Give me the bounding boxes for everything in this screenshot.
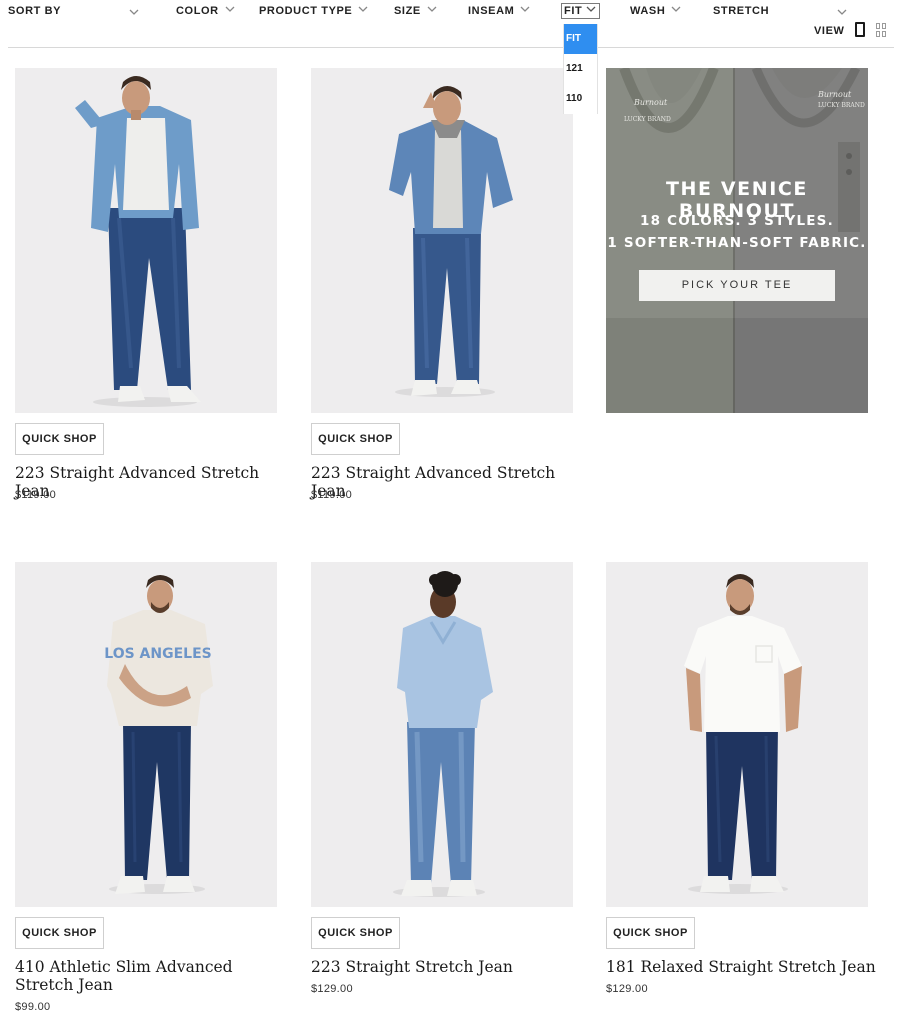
product-type-label: PRODUCT TYPE: [259, 5, 353, 17]
product-image[interactable]: [606, 562, 868, 907]
chevron-down-icon: [225, 4, 235, 14]
color-label: COLOR: [176, 5, 219, 17]
stretch-label: STRETCH: [713, 5, 770, 17]
tee-tag-burnout-2: Burnout: [818, 90, 852, 99]
promo-subtitle-line-2: 1 SOFTER-THAN-SOFT FABRIC.: [607, 235, 867, 251]
product-price: $99.00: [15, 1001, 51, 1013]
product-image[interactable]: LOS ANGELES: [15, 562, 277, 907]
quick-shop-button[interactable]: QUICK SHOP: [311, 917, 400, 949]
stretch-chevron-down-icon[interactable]: [837, 7, 847, 17]
size-label: SIZE: [394, 5, 421, 17]
wash-filter[interactable]: WASH: [630, 5, 681, 17]
model-in-chambray-shirt: [393, 571, 493, 897]
sort-by-label: SORT BY: [8, 5, 62, 17]
product-price: $119.00: [311, 489, 353, 501]
pick-your-tee-button[interactable]: PICK YOUR TEE: [639, 270, 835, 301]
model-in-white-tee: [684, 574, 802, 894]
product-price: $119.00: [15, 489, 57, 501]
product-image[interactable]: [15, 68, 277, 413]
tee-tag-brand: LUCKY BRAND: [624, 116, 671, 123]
grid-icon[interactable]: [876, 23, 887, 37]
chevron-down-icon: [520, 4, 530, 14]
fit-option-fit[interactable]: FIT: [564, 24, 597, 54]
model-in-denim-jacket: [389, 86, 513, 397]
model-in-graphic-sweatshirt: LOS ANGELES: [104, 575, 213, 894]
inseam-label: INSEAM: [468, 5, 515, 17]
quick-shop-button[interactable]: QUICK SHOP: [606, 917, 695, 949]
quick-shop-button[interactable]: QUICK SHOP: [15, 423, 104, 455]
product-image[interactable]: [311, 68, 573, 413]
fit-option-121[interactable]: 121: [564, 54, 597, 84]
view-label: VIEW: [814, 25, 845, 37]
product-name[interactable]: 410 Athletic Slim Advanced Stretch Jean: [15, 958, 285, 994]
product-image[interactable]: [311, 562, 573, 907]
promo-tile-venice-burnout[interactable]: Burnout Burnout LUCKY BRAND LUCKY BRAND …: [606, 68, 868, 413]
tee-tag-burnout: Burnout: [634, 98, 668, 107]
tee-tag-brand-2: LUCKY BRAND: [818, 102, 865, 109]
single-column-icon[interactable]: [855, 22, 865, 37]
fit-option-110[interactable]: 110: [564, 84, 597, 114]
size-filter[interactable]: SIZE: [394, 5, 437, 17]
inseam-filter[interactable]: INSEAM: [468, 5, 530, 17]
chevron-down-icon: [427, 4, 437, 14]
chevron-down-icon: [586, 4, 596, 14]
product-name[interactable]: 223 Straight Stretch Jean: [311, 958, 581, 976]
product-price: $129.00: [311, 983, 353, 995]
fit-label: FIT: [564, 5, 583, 17]
model-in-denim-shirt: [75, 76, 201, 407]
chevron-down-icon: [671, 4, 681, 14]
promo-subtitle-line-1: 18 COLORS. 3 STYLES.: [640, 213, 834, 229]
sweatshirt-print: LOS ANGELES: [104, 646, 211, 662]
wash-label: WASH: [630, 5, 666, 17]
fit-filter[interactable]: FIT: [561, 3, 601, 19]
fit-dropdown-menu: FIT 121 110: [563, 24, 598, 114]
filter-bar: SORT BY COLOR PRODUCT TYPE SIZE INSEAM F…: [0, 0, 903, 26]
quick-shop-button[interactable]: QUICK SHOP: [15, 917, 104, 949]
sort-by-filter[interactable]: SORT BY: [8, 5, 61, 17]
product-price: $129.00: [606, 983, 648, 995]
sort-by-chevron-down-icon[interactable]: [129, 7, 139, 17]
product-name[interactable]: 181 Relaxed Straight Stretch Jean: [606, 958, 876, 976]
chevron-down-icon: [358, 4, 368, 14]
product-type-filter[interactable]: PRODUCT TYPE: [259, 5, 368, 17]
color-filter[interactable]: COLOR: [176, 5, 235, 17]
quick-shop-button[interactable]: QUICK SHOP: [311, 423, 400, 455]
stretch-filter[interactable]: STRETCH: [713, 5, 769, 17]
filter-divider: [8, 47, 894, 48]
